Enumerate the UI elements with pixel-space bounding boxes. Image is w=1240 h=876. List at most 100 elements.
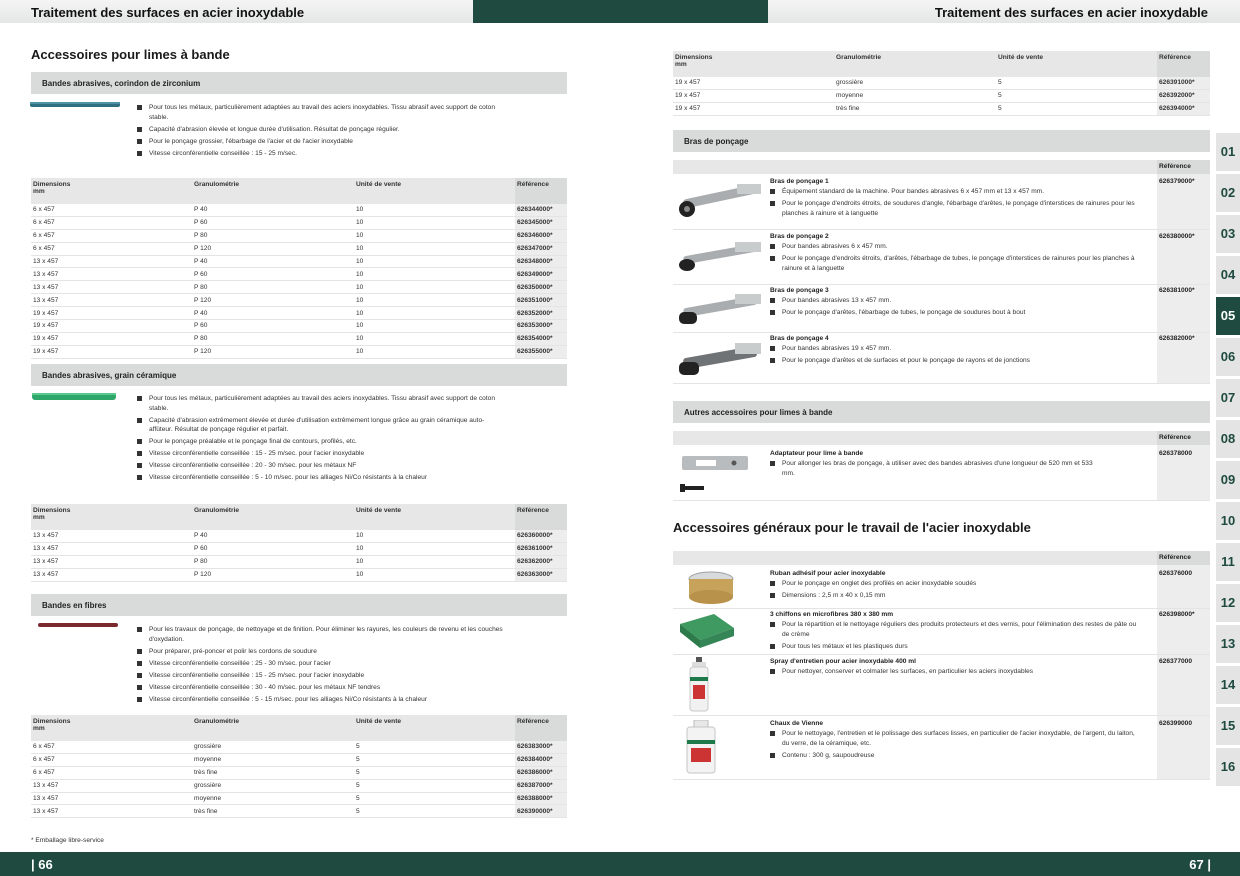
col-dimensions: Dimensions mm: [31, 178, 192, 204]
bullet: Vitesse circonférentielle conseillée : 5…: [137, 695, 517, 705]
cell-reference: 626384000*: [515, 753, 567, 767]
cell-grain: très fine: [192, 804, 354, 819]
band-sanding-arms: Bras de ponçage: [673, 130, 1210, 152]
chapter-tab-13[interactable]: 13: [1216, 625, 1240, 663]
chapter-tab-01[interactable]: 01: [1216, 133, 1240, 171]
bullet: Pour bandes abrasives 13 x 457 mm.: [770, 296, 1140, 306]
adapter-ref: 626378000: [1159, 450, 1193, 457]
arm-2-ref: 626380000*: [1159, 233, 1195, 240]
chapter-tab-05[interactable]: 05: [1216, 297, 1240, 335]
cell-grain: P 120: [192, 242, 354, 256]
table-fibre-continued: Dimensions mm Granulométrie Unité de vent…: [673, 51, 1210, 116]
table-row: 19 x 457 P 120 10 626355000*: [31, 345, 567, 359]
chapter-tab-03[interactable]: 03: [1216, 215, 1240, 253]
chapter-tab-12[interactable]: 12: [1216, 584, 1240, 622]
chapter-tab-07[interactable]: 07: [1216, 379, 1240, 417]
page-title-right: Traitement des surfaces en acier inoxyda…: [934, 5, 1208, 20]
cell-grain: grossière: [192, 741, 354, 754]
chapter-tab-02[interactable]: 02: [1216, 174, 1240, 212]
cell-grain: P 80: [192, 229, 354, 243]
cell-reference: 626360000*: [515, 530, 567, 543]
cell-unit: 10: [354, 542, 515, 556]
cell-reference: 626361000*: [515, 542, 567, 556]
table-row: 6 x 457 grossière 5 626383000*: [31, 741, 567, 754]
bullet: Pour le ponçage en onglet des profilés e…: [770, 579, 1140, 589]
chaux-ref: 626399000: [1159, 720, 1193, 727]
chapter-tab-09[interactable]: 09: [1216, 461, 1240, 499]
col-dimensions: Dimensions mm: [31, 504, 192, 530]
chapter-tab-04[interactable]: 04: [1216, 256, 1240, 294]
cell-unit: 5: [996, 102, 1157, 116]
table-row: 13 x 457 P 120 10 626351000*: [31, 293, 567, 308]
col-unit: Unité de vente: [354, 178, 515, 204]
cell-reference: 626390000*: [515, 804, 567, 819]
arm-3-ref: 626381000*: [1159, 287, 1195, 294]
chapter-tab-16[interactable]: 16: [1216, 748, 1240, 786]
zirconium-belt-image: [30, 102, 120, 107]
cloths-bullets: Pour la répartition et le nettoyage régu…: [770, 620, 1140, 654]
bullet: Vitesse circonférentielle conseillée : 1…: [137, 149, 497, 159]
footnote: * Emballage libre-service: [31, 837, 104, 844]
cell-dimensions: 13 x 457: [31, 792, 192, 806]
general-ref-label: Référence: [1157, 551, 1210, 565]
table-row: 6 x 457 moyenne 5 626384000*: [31, 753, 567, 767]
cell-dimensions: 19 x 457: [673, 77, 834, 90]
cell-reference: 626363000*: [515, 568, 567, 582]
table-body: 6 x 457 P 40 10 626344000* 6 x 457 P 60 10 6263…: [31, 204, 567, 359]
cell-unit: 5: [996, 89, 1157, 103]
cell-reference: 626362000*: [515, 555, 567, 569]
cell-unit: 10: [354, 332, 515, 346]
col-grain: Granulométrie: [192, 504, 354, 530]
arm-2-name: Bras de ponçage 2: [770, 233, 829, 240]
cell-dimensions: 6 x 457: [31, 242, 192, 256]
chapter-tab-15[interactable]: 15: [1216, 707, 1240, 745]
bullet: Pour nettoyer, conserver et colmater les…: [770, 667, 1140, 677]
cell-reference: 626347000*: [515, 242, 567, 256]
cell-unit: 10: [354, 306, 515, 321]
band-ceramic: Bandes abrasives, grain céramique: [31, 364, 567, 386]
bullet: Pour la répartition et le nettoyage régu…: [770, 620, 1140, 639]
arm-1-bullets: Équipement standard de la machine. Pour …: [770, 187, 1140, 221]
chapter-tab-11[interactable]: 11: [1216, 543, 1240, 581]
chapter-tab-10[interactable]: 10: [1216, 502, 1240, 540]
cell-unit: 10: [354, 555, 515, 569]
table-row: 13 x 457 moyenne 5 626388000*: [31, 792, 567, 806]
cell-dimensions: 6 x 457: [31, 204, 192, 217]
adapter-ref-label: Référence: [1157, 431, 1210, 445]
arm-1-name: Bras de ponçage 1: [770, 178, 829, 185]
table-body: 13 x 457 P 40 10 626360000* 13 x 457 P 60 10 62…: [31, 530, 567, 582]
bullet: Pour préparer, pré-poncer et polir les c…: [137, 647, 517, 657]
bullet: Pour bandes abrasives 6 x 457 mm.: [770, 242, 1140, 252]
chapter-tab-08[interactable]: 08: [1216, 420, 1240, 458]
bullet: Pour le ponçage grossier, l'ébarbage de …: [137, 137, 497, 147]
cell-unit: 10: [354, 255, 515, 269]
cell-grain: P 120: [192, 293, 354, 308]
table-row: 13 x 457 grossière 5 626387000*: [31, 779, 567, 793]
cell-reference: 626391000*: [1157, 77, 1210, 90]
cloths-name: 3 chiffons en microfibres 380 x 380 mm: [770, 611, 894, 618]
cell-unit: 10: [354, 568, 515, 582]
page-number-right: 67 |: [1189, 857, 1211, 872]
cell-reference: 626394000*: [1157, 102, 1210, 116]
table-row: 6 x 457 P 40 10 626344000*: [31, 204, 567, 217]
vienna-lime-image: [686, 720, 716, 774]
care-spray-image: [689, 657, 709, 712]
cell-dimensions: 13 x 457: [31, 804, 192, 819]
bullet: Équipement standard de la machine. Pour …: [770, 187, 1140, 197]
cell-dimensions: 13 x 457: [31, 280, 192, 295]
cell-unit: 5: [354, 779, 515, 793]
cell-dimensions: 19 x 457: [31, 306, 192, 321]
page-title-left: Traitement des surfaces en acier inoxyda…: [31, 5, 305, 20]
chapter-tab-14[interactable]: 14: [1216, 666, 1240, 704]
band-fibre: Bandes en fibres: [31, 594, 567, 616]
cell-dimensions: 13 x 457: [31, 255, 192, 269]
cell-dimensions: 19 x 457: [31, 345, 192, 359]
cell-grain: P 40: [192, 255, 354, 269]
bullet: Pour tous les métaux, particulièrement a…: [137, 394, 497, 413]
chapter-tab-06[interactable]: 06: [1216, 338, 1240, 376]
sanding-arm-4-image: [679, 343, 761, 375]
cell-dimensions: 13 x 457: [31, 542, 192, 556]
table-zirconium: Dimensions mm Granulométrie Unité de vent…: [31, 178, 567, 359]
cell-unit: 10: [354, 229, 515, 243]
cell-grain: P 80: [192, 332, 354, 346]
